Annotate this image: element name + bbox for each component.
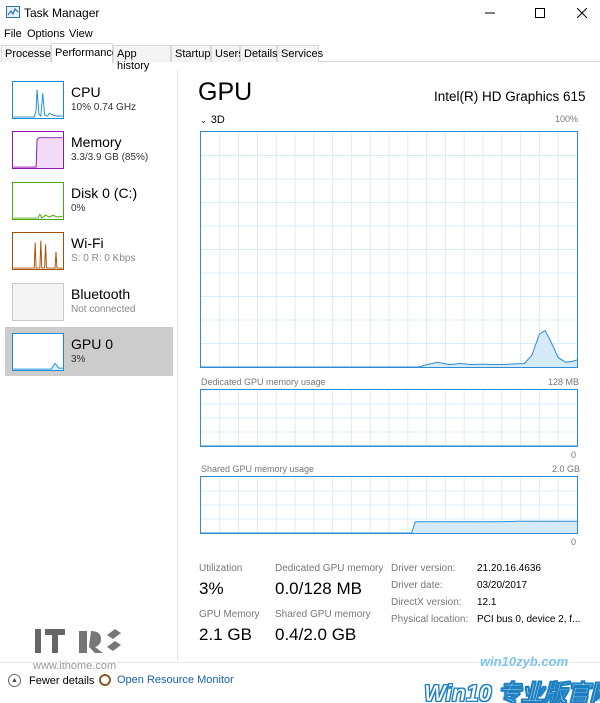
directx-version-value: 12.1 <box>477 597 497 608</box>
sidebar-disk-value: 0% <box>71 203 86 214</box>
cpu-thumbnail-graph <box>12 81 64 119</box>
page-title: GPU <box>198 78 253 106</box>
fewer-details-button[interactable]: ▲ Fewer details <box>8 674 94 687</box>
tab-bar: Processes Performance App history Startu… <box>0 43 600 72</box>
sidebar-wifi-value: S: 0 R: 0 Kbps <box>71 253 136 264</box>
dedicated-memory-plot <box>201 390 577 446</box>
gpu-memory-value: 2.1 GB <box>199 625 252 644</box>
driver-version-label: Driver version: <box>391 563 456 574</box>
disk-thumbnail-graph <box>12 182 64 220</box>
shared-memory-value: 0.4/2.0 GB <box>275 625 357 644</box>
brand-watermark: Win10 专业版官网 <box>424 680 600 703</box>
tab-startup[interactable]: Startup <box>171 45 211 62</box>
panel-divider <box>177 70 178 660</box>
gpu-memory-label: GPU Memory <box>199 609 260 620</box>
sidebar-gpu-label: GPU 0 <box>71 336 114 352</box>
window-title: Task Manager <box>24 6 100 20</box>
sidebar-memory-label: Memory <box>71 134 122 150</box>
menu-options[interactable]: Options <box>27 28 65 40</box>
main-graph-max-label: 100% <box>555 114 579 124</box>
bluetooth-thumbnail-graph <box>12 283 64 321</box>
site-watermark: win10zyb.com <box>480 654 569 669</box>
dedicated-memory-label: Dedicated GPU memory <box>275 563 384 574</box>
sidebar-item-bluetooth[interactable]: Bluetooth Not connected <box>5 277 173 326</box>
directx-version-label: DirectX version: <box>391 597 462 608</box>
engine-selector-label: 3D <box>210 114 225 126</box>
minimize-button[interactable] <box>468 0 512 25</box>
sidebar-item-memory[interactable]: Memory 3.3/3.9 GB (85%) <box>5 125 173 174</box>
gpu-utilization-plot <box>201 132 577 367</box>
sidebar-item-gpu[interactable]: GPU 0 3% <box>5 327 173 376</box>
shared-graph-label: Shared GPU memory usage <box>201 464 315 474</box>
dedicated-graph-max: 128 MB <box>548 377 580 387</box>
gpu-utilization-graph <box>200 131 578 368</box>
task-manager-icon <box>6 6 20 18</box>
minimize-icon <box>485 12 495 13</box>
title-bar: Task Manager <box>0 0 600 25</box>
chevron-up-icon: ▲ <box>8 674 21 687</box>
sidebar-disk-label: Disk 0 (C:) <box>71 185 138 201</box>
driver-version-value: 21.20.16.4636 <box>477 563 541 574</box>
resource-sidebar: CPU 10% 0.74 GHz Memory 3.3/3.9 GB (85%)… <box>0 70 176 660</box>
gpu-thumbnail-graph <box>12 333 64 371</box>
driver-date-value: 03/20/2017 <box>477 580 528 591</box>
maximize-button[interactable] <box>518 0 562 25</box>
sidebar-gpu-value: 3% <box>71 354 86 365</box>
sidebar-wifi-label: Wi-Fi <box>71 235 104 251</box>
driver-date-label: Driver date: <box>391 580 443 591</box>
physical-location-value: PCI bus 0, device 2, f... <box>477 614 581 625</box>
shared-graph-min: 0 <box>571 537 577 547</box>
dedicated-memory-graph <box>200 389 578 447</box>
utilization-value: 3% <box>199 579 224 598</box>
tab-details[interactable]: Details <box>240 45 278 62</box>
sidebar-memory-value: 3.3/3.9 GB (85%) <box>71 152 149 163</box>
utilization-label: Utilization <box>199 563 243 574</box>
sidebar-cpu-value: 10% 0.74 GHz <box>71 102 137 113</box>
maximize-icon <box>535 7 545 18</box>
menu-bar: File Options View <box>0 25 600 43</box>
sidebar-cpu-label: CPU <box>71 84 101 100</box>
ithome-logo <box>35 629 121 653</box>
sidebar-bluetooth-value: Not connected <box>71 304 136 315</box>
dedicated-graph-min: 0 <box>571 450 577 460</box>
gpu-model-name: Intel(R) HD Graphics 615 <box>434 89 586 104</box>
fewer-details-label: Fewer details <box>29 674 95 687</box>
sidebar-bluetooth-label: Bluetooth <box>71 286 131 302</box>
tab-performance[interactable]: Performance <box>51 43 118 63</box>
close-icon <box>577 7 587 18</box>
shared-memory-plot <box>201 477 577 533</box>
menu-view[interactable]: View <box>69 28 93 40</box>
menu-file[interactable]: File <box>4 28 22 40</box>
tab-users[interactable]: Users <box>211 45 244 62</box>
memory-thumbnail-graph <box>12 131 64 169</box>
open-resource-monitor-link[interactable]: Open Resource Monitor <box>99 674 234 686</box>
close-button[interactable] <box>560 0 600 25</box>
shared-graph-max: 2.0 GB <box>552 464 581 474</box>
tab-processes[interactable]: Processes <box>1 45 56 62</box>
tab-app-history[interactable]: App history <box>113 45 171 72</box>
sidebar-item-disk[interactable]: Disk 0 (C:) 0% <box>5 176 173 225</box>
tab-services[interactable]: Services <box>277 45 323 62</box>
shared-memory-label: Shared GPU memory <box>275 609 371 620</box>
shared-memory-graph <box>200 476 578 534</box>
physical-location-label: Physical location: <box>391 614 469 625</box>
wifi-thumbnail-graph <box>12 232 64 270</box>
resource-monitor-label: Open Resource Monitor <box>117 674 234 686</box>
dedicated-memory-value: 0.0/128 MB <box>275 579 362 598</box>
sidebar-item-cpu[interactable]: CPU 10% 0.74 GHz <box>5 75 173 124</box>
sidebar-item-wifi[interactable]: Wi-Fi S: 0 R: 0 Kbps <box>5 226 173 275</box>
engine-selector[interactable]: ⌄ 3D <box>200 114 225 126</box>
dedicated-graph-label: Dedicated GPU memory usage <box>201 377 326 387</box>
resource-monitor-icon <box>99 674 111 686</box>
chevron-down-icon: ⌄ <box>200 116 207 125</box>
